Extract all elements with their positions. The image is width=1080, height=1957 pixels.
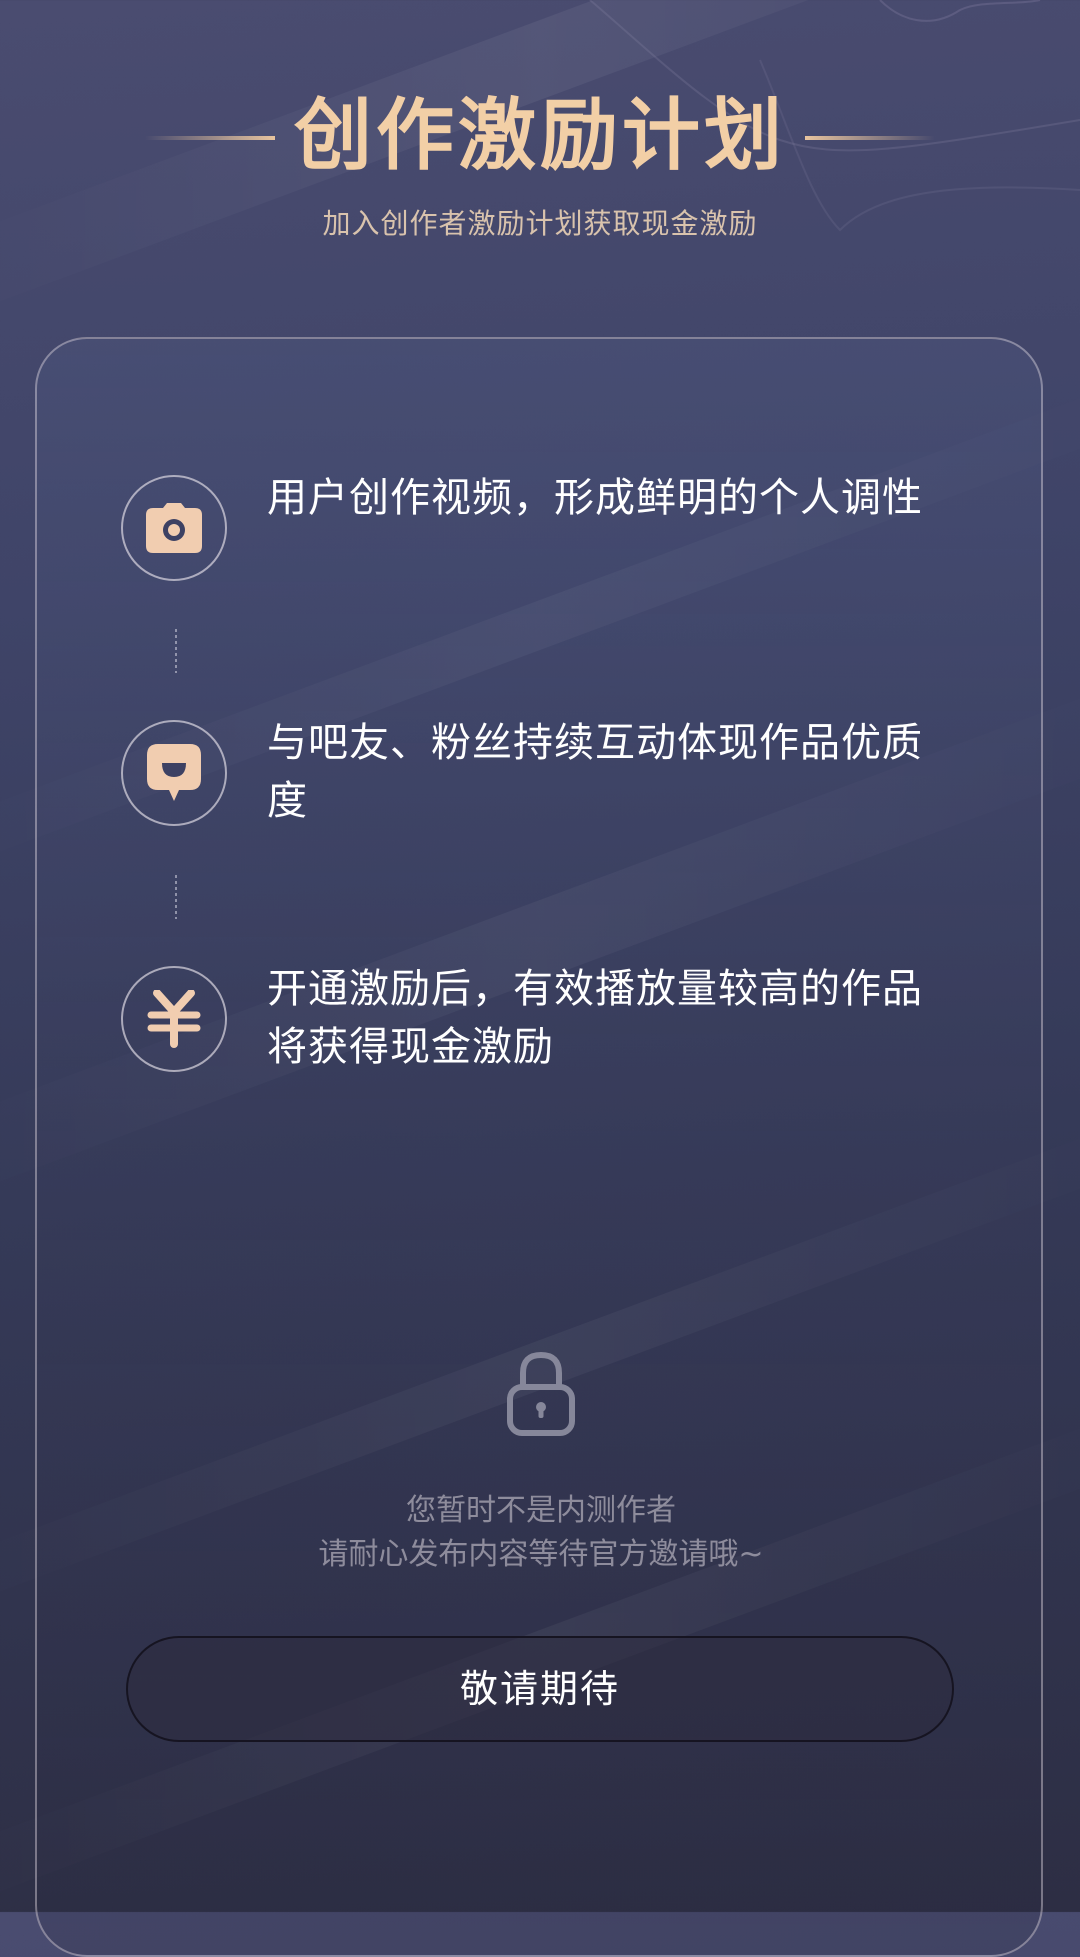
page-subtitle: 加入创作者激励计划获取现金激励 <box>322 207 758 240</box>
title-row: 创作激励计划 <box>0 88 1080 184</box>
feature-item-reward: 开通激励后，有效播放量较高的作品将获得现金激励 <box>121 966 981 1086</box>
camera-icon <box>146 503 202 553</box>
feature-item-create: 用户创作视频，形成鲜明的个人调性 <box>121 475 981 595</box>
feature-icon-ring <box>121 720 227 826</box>
status-message-line2: 请耐心发布内容等待官方邀请哦~ <box>318 1537 764 1572</box>
feature-icon-ring <box>121 966 227 1072</box>
connector-dots <box>175 629 177 673</box>
feature-text: 用户创作视频，形成鲜明的个人调性 <box>267 475 923 521</box>
feature-item-interact: 与吧友、粉丝持续互动体现作品优质度 <box>121 720 981 840</box>
connector-dots <box>175 875 177 919</box>
incentive-card: 用户创作视频，形成鲜明的个人调性 与吧友、粉丝持续互动体现作品优质度 开通激励后… <box>35 337 1043 1957</box>
coming-soon-button[interactable]: 敬请期待 <box>126 1636 954 1742</box>
title-decor-line-right <box>805 136 935 140</box>
hero-header: 创作激励计划 加入创作者激励计划获取现金激励 <box>0 88 1080 242</box>
chat-bubble-icon <box>147 744 201 801</box>
yen-icon <box>147 990 201 1048</box>
feature-icon-ring <box>121 475 227 581</box>
status-message-line1: 您暂时不是内测作者 <box>406 1493 676 1528</box>
feature-text: 开通激励后，有效播放量较高的作品将获得现金激励 <box>267 966 923 1070</box>
feature-text: 与吧友、粉丝持续互动体现作品优质度 <box>267 720 923 824</box>
lock-icon <box>507 1351 575 1436</box>
